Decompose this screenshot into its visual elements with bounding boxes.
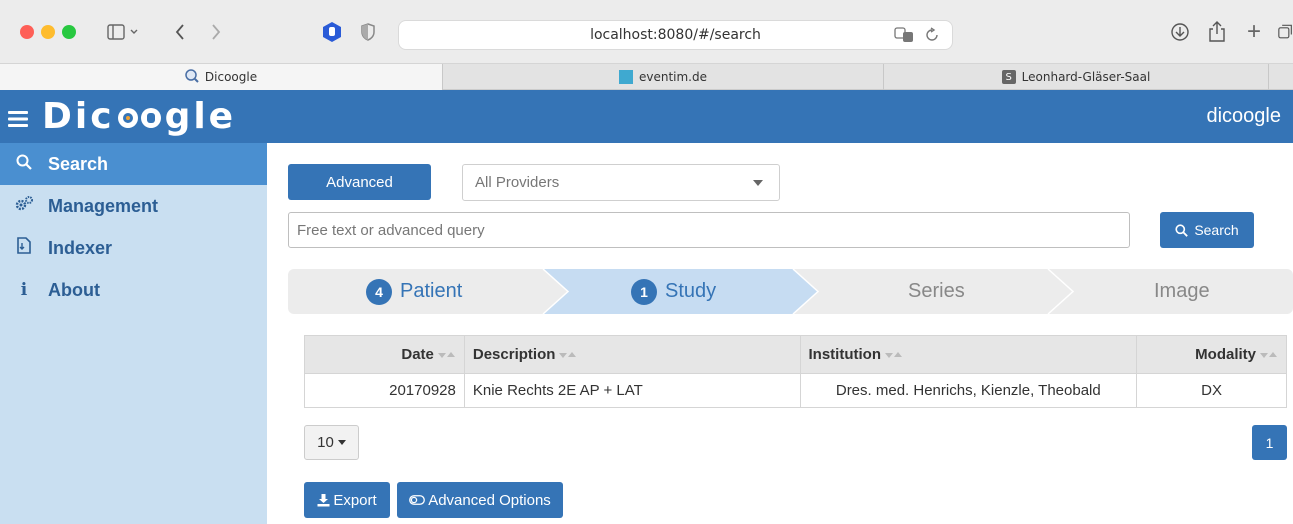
tab-label: Leonhard-Gläser-Saal (1021, 70, 1151, 84)
search-input[interactable]: Free text or advanced query (288, 212, 1130, 248)
translate-icon[interactable] (894, 27, 914, 47)
sidebar-item-search[interactable]: Search (0, 143, 267, 185)
tab-overview-icon[interactable] (1278, 18, 1293, 46)
search-button[interactable]: Search (1160, 212, 1254, 248)
file-icon (14, 237, 34, 259)
sidebar-item-about[interactable]: i About (0, 269, 267, 311)
step-label: Series (908, 280, 965, 302)
search-input-placeholder: Free text or advanced query (297, 221, 485, 239)
hamburger-menu-icon[interactable] (8, 96, 30, 137)
step-patient[interactable]: 4 Patient (366, 269, 462, 314)
advanced-options-button[interactable]: Advanced Options (397, 482, 563, 518)
new-tab-icon[interactable]: + (1242, 18, 1266, 46)
sort-icon (1260, 350, 1278, 360)
close-window-button[interactable] (20, 25, 34, 39)
chevron-down-icon (753, 180, 763, 186)
sort-icon (437, 350, 456, 360)
eventim-favicon-icon (618, 70, 633, 84)
tab-leonhard[interactable]: S Leonhard-Gläser-Saal (884, 64, 1269, 90)
step-study[interactable]: 1 Study (631, 269, 716, 314)
privacy-hand-icon[interactable] (320, 18, 344, 46)
column-header-institution[interactable]: Institution (799, 335, 1138, 374)
share-icon[interactable] (1205, 18, 1229, 46)
cell-institution: Dres. med. Henrichs, Kienzle, Theobald (799, 373, 1138, 408)
browser-tab-bar: Dicoogle eventim.de S Leonhard-Gläser-Sa… (0, 64, 1293, 90)
cell-description: Knie Rechts 2E AP + LAT (463, 373, 801, 408)
sort-icon (884, 350, 903, 360)
table-header-row: Date Description Institution Modality (304, 335, 1287, 374)
s-favicon-icon: S (1001, 70, 1016, 84)
cell-modality: DX (1136, 373, 1287, 408)
dicoogle-favicon-icon (185, 68, 199, 86)
dicoogle-logo[interactable]: Dic gle (8, 94, 236, 139)
toggle-icon (409, 495, 426, 505)
sidebar-item-management[interactable]: Management (0, 185, 267, 227)
user-name[interactable]: dicoogle (1206, 90, 1281, 143)
column-header-description[interactable]: Description (463, 335, 801, 374)
tab-label: Dicoogle (204, 70, 258, 84)
step-label: Patient (400, 280, 463, 302)
logo-eye-icon (117, 103, 163, 131)
minimize-window-button[interactable] (41, 25, 55, 39)
reload-icon[interactable] (924, 27, 940, 47)
sidebar-item-label: About (48, 279, 100, 300)
column-header-date[interactable]: Date (304, 335, 465, 374)
maximize-window-button[interactable] (62, 25, 76, 39)
sidebar: Search Management Indexer i About (0, 143, 267, 524)
sidebar-toggle-icon[interactable] (104, 18, 144, 46)
forward-icon[interactable] (206, 18, 226, 46)
advanced-button[interactable]: Advanced (288, 164, 431, 200)
tab-label: eventim.de (638, 70, 707, 84)
page-button-1[interactable]: 1 (1252, 425, 1287, 460)
sidebar-item-label: Management (48, 195, 159, 216)
info-icon: i (20, 280, 28, 300)
back-icon[interactable] (170, 18, 190, 46)
column-header-modality[interactable]: Modality (1136, 335, 1287, 374)
study-count-badge: 1 (631, 278, 657, 305)
table-row[interactable]: 20170928 Knie Rechts 2E AP + LAT Dres. m… (304, 373, 1287, 408)
search-button-label: Search (1194, 222, 1239, 238)
step-label: Study (665, 280, 717, 302)
caret-down-icon (337, 440, 346, 445)
app-header: Dic gle dicoogle (0, 90, 1293, 143)
search-icon (1175, 223, 1189, 237)
url-text: localhost:8080/#/search (590, 27, 761, 43)
downloads-icon[interactable] (1168, 18, 1192, 46)
export-button[interactable]: Export (304, 482, 390, 518)
search-icon (14, 154, 34, 175)
results-table: Date Description Institution Modality 20… (304, 335, 1287, 408)
result-level-steps: 4 Patient 1 Study Series Image (288, 269, 1293, 314)
provider-select[interactable]: All Providers (462, 164, 780, 201)
download-icon (317, 493, 330, 507)
sidebar-item-label: Search (48, 153, 109, 174)
step-label: Image (1154, 280, 1210, 302)
sort-icon (559, 350, 577, 360)
sidebar-item-indexer[interactable]: Indexer (0, 227, 267, 269)
browser-toolbar: localhost:8080/#/search + (0, 0, 1293, 64)
provider-select-value: All Providers (475, 174, 560, 191)
advanced-options-label: Advanced Options (428, 491, 551, 509)
step-image[interactable]: Image (1154, 269, 1210, 314)
page-size-dropdown[interactable]: 10 (304, 425, 359, 460)
export-label: Export (333, 491, 377, 509)
tab-dicoogle[interactable]: Dicoogle (0, 64, 443, 90)
step-series[interactable]: Series (908, 269, 965, 314)
tab-eventim[interactable]: eventim.de (443, 64, 884, 90)
page-size-value: 10 (317, 434, 334, 451)
gears-icon (14, 195, 34, 217)
patient-count-badge: 4 (366, 278, 392, 305)
cell-date: 20170928 (304, 373, 465, 408)
address-bar[interactable]: localhost:8080/#/search (398, 20, 953, 50)
sidebar-item-label: Indexer (48, 237, 113, 258)
shield-icon[interactable] (358, 18, 378, 46)
